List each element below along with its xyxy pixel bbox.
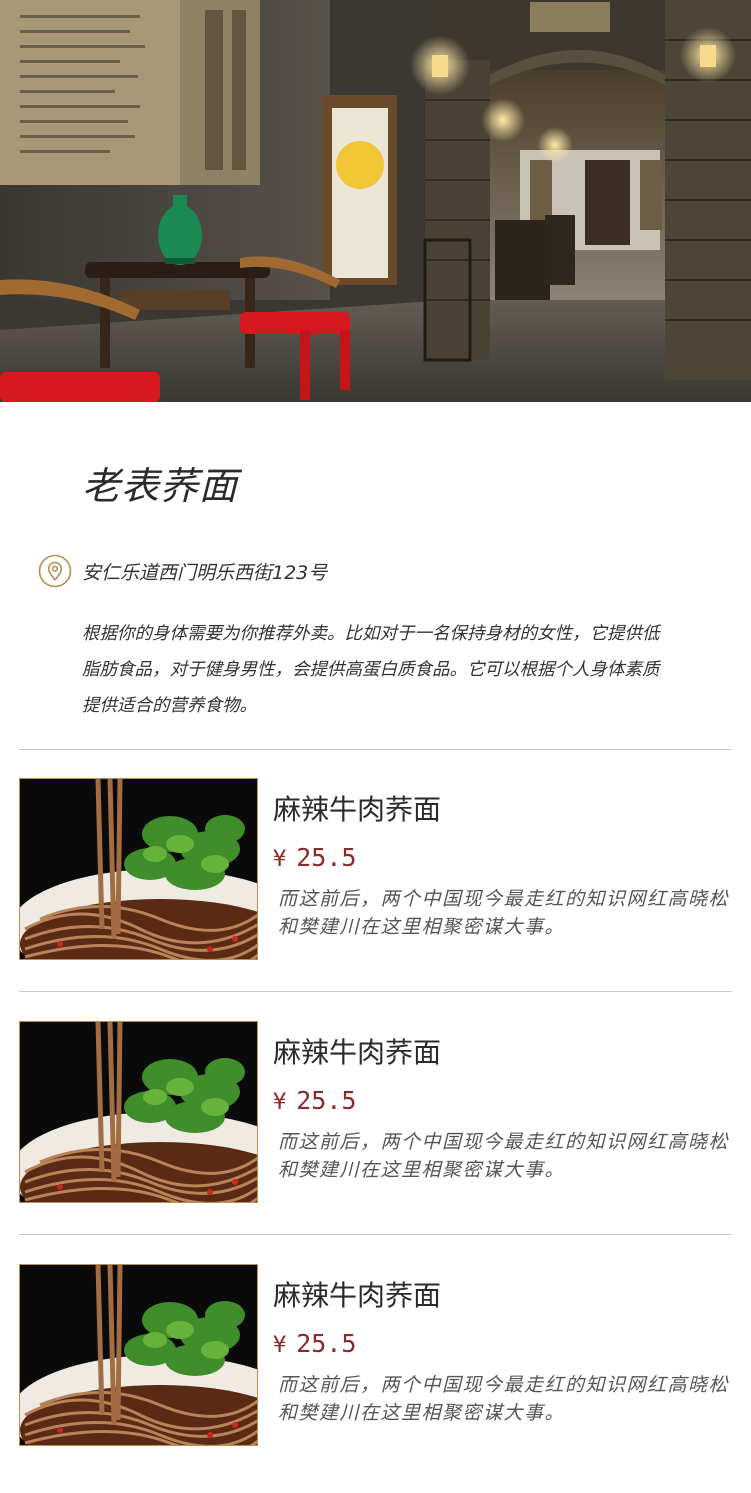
dish-name: 麻辣牛肉荞面 [273, 793, 442, 826]
dish-name: 麻辣牛肉荞面 [273, 1036, 442, 1069]
divider [19, 749, 732, 750]
dish-image [19, 778, 258, 960]
restaurant-page: 老表荞面 安仁乐道西门明乐西街123号 根据你的身体需要为你推荐外卖。比如对于一… [0, 0, 751, 1493]
dish-description: 而这前后，两个中国现今最走红的知识网红高晓松和樊建川在这里相聚密谋大事。 [278, 1131, 730, 1181]
menu-item[interactable]: 麻辣牛肉荞面 ¥25.5 而这前后，两个中国现今最走红的知识网红高晓松和樊建川在… [0, 1264, 751, 1449]
dish-price: ¥25.5 [273, 843, 357, 872]
dish-name: 麻辣牛肉荞面 [273, 1279, 442, 1312]
shop-title: 老表荞面 [82, 464, 239, 508]
dish-image [19, 1264, 258, 1446]
hero-image [0, 0, 751, 402]
address-row[interactable]: 安仁乐道西门明乐西街123号 [38, 554, 327, 588]
location-pin-icon [38, 554, 72, 588]
dish-price: ¥25.5 [273, 1086, 357, 1115]
dish-description: 而这前后，两个中国现今最走红的知识网红高晓松和樊建川在这里相聚密谋大事。 [278, 1374, 730, 1424]
shop-description: 根据你的身体需要为你推荐外卖。比如对于一名保持身材的女性，它提供低脂肪食品，对于… [82, 624, 660, 716]
dish-image [19, 1021, 258, 1203]
address-text: 安仁乐道西门明乐西街123号 [82, 561, 328, 584]
menu-item[interactable]: 麻辣牛肉荞面 ¥25.5 而这前后，两个中国现今最走红的知识网红高晓松和樊建川在… [0, 778, 751, 963]
dish-price: ¥25.5 [273, 1329, 357, 1358]
divider [19, 1234, 732, 1235]
divider [19, 991, 732, 992]
menu-item[interactable]: 麻辣牛肉荞面 ¥25.5 而这前后，两个中国现今最走红的知识网红高晓松和樊建川在… [0, 1021, 751, 1206]
dish-description: 而这前后，两个中国现今最走红的知识网红高晓松和樊建川在这里相聚密谋大事。 [278, 888, 730, 938]
